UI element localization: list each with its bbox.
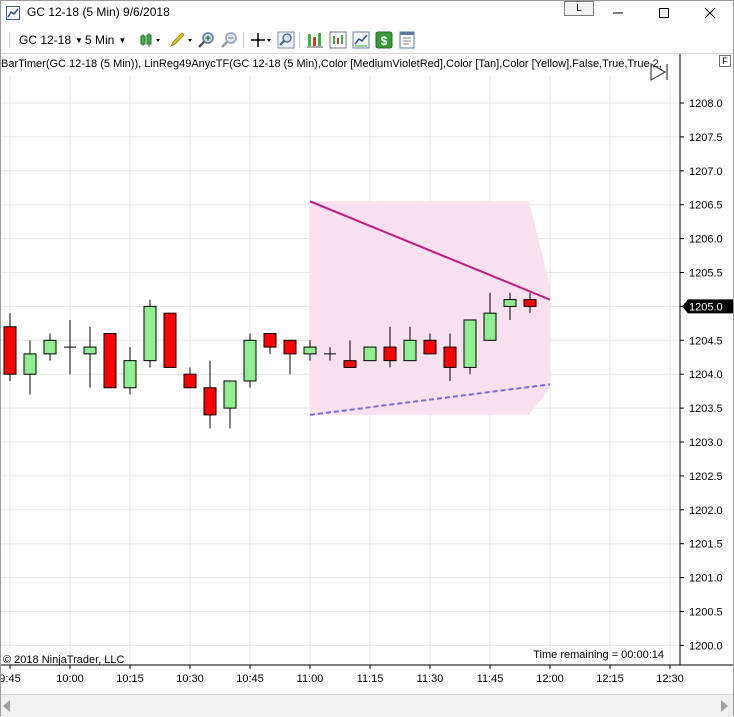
drawing-tool-icon[interactable] (168, 31, 194, 49)
candle-body (443, 346, 457, 368)
y-tick-label: 1206.5 (689, 200, 723, 212)
dollar-icon[interactable]: $ (375, 31, 393, 49)
crosshair-icon[interactable] (250, 31, 274, 49)
y-tick-label: 1203.0 (689, 437, 723, 449)
chart-window: GC 12-18 (5 Min) 9/6/2018 L GC 12-18 ▼ 5 … (0, 0, 734, 717)
candle-body (223, 380, 237, 409)
y-tick-label: 1200.0 (689, 640, 723, 652)
y-tick-label: 1204.5 (689, 335, 723, 347)
minimize-icon (613, 12, 623, 14)
candle-body (523, 299, 537, 307)
chart-toolbar: GC 12-18 ▼ 5 Min ▼ $ (1, 27, 733, 54)
horizontal-scrollbar[interactable] (1, 694, 733, 717)
candle-body (243, 339, 257, 382)
candle-body (463, 319, 477, 368)
price-chart[interactable]: 1208.0 1207.5 1207.0 1206.5 1206.0 1205.5 1205… (1, 54, 733, 694)
y-tick-label: 1202.5 (689, 471, 723, 483)
candle-body (423, 339, 437, 355)
scroll-right-icon[interactable] (721, 700, 728, 712)
scroll-left-icon[interactable] (3, 700, 10, 712)
x-tick-label: 9:45 (1, 673, 21, 685)
candle-body (203, 387, 217, 416)
candle-body (363, 346, 377, 362)
candle-body (43, 339, 57, 355)
candle-body (3, 326, 17, 375)
play-forward-icon[interactable] (649, 62, 673, 82)
instrument-label: GC 12-18 (19, 33, 72, 47)
indicator-label: BarTimer(GC 12-18 (5 Min)), LinReg49Anyc… (1, 58, 662, 70)
channel-fill (310, 201, 550, 415)
copyright-text: © 2018 NinjaTrader, LLC (3, 654, 124, 666)
chevron-down-icon: ▼ (75, 36, 83, 45)
chart-trader-icon[interactable] (352, 31, 370, 49)
interval-label: 5 Min (85, 33, 115, 47)
toolbar-separator (299, 32, 300, 48)
candle-body (103, 333, 117, 389)
close-icon (704, 7, 716, 19)
y-tick-label: 1201.0 (689, 573, 723, 585)
candle-body (123, 360, 137, 389)
y-tick-label: 1207.0 (689, 166, 723, 178)
zoom-out-icon[interactable] (220, 31, 238, 49)
svg-text:$: $ (381, 34, 388, 48)
interval-selector[interactable]: 5 Min ▼ (85, 31, 126, 49)
toolbar-separator (9, 32, 10, 48)
instrument-selector[interactable]: GC 12-18 ▼ (19, 31, 83, 49)
candle-body (403, 339, 417, 362)
y-tick-label: 1206.0 (689, 234, 723, 246)
candle-body (303, 346, 317, 355)
x-tick-label: 11:45 (477, 673, 504, 685)
y-tick-label: 1202.0 (689, 505, 723, 517)
chevron-down-icon: ▼ (118, 36, 127, 45)
close-button[interactable] (687, 1, 733, 25)
x-tick-label: 12:30 (656, 673, 684, 685)
candle-body (383, 346, 397, 362)
x-tick-label: 12:15 (596, 673, 624, 685)
search-icon[interactable] (277, 31, 295, 49)
x-tick-label: 11:15 (357, 673, 384, 685)
candle-body (23, 353, 37, 375)
x-tick-label: 10:15 (116, 673, 144, 685)
candle-body (263, 333, 277, 348)
zoom-in-icon[interactable] (197, 31, 215, 49)
time-remaining-text: Time remaining = 00:00:14 (533, 649, 664, 661)
strategy-icon[interactable] (306, 31, 324, 49)
minimize-button[interactable] (595, 1, 641, 25)
properties-icon[interactable] (398, 31, 416, 49)
y-tick-label: 1208.0 (689, 98, 723, 110)
y-tick-label: 1205.5 (689, 268, 723, 280)
candle-body (83, 346, 97, 355)
f-button[interactable]: F (719, 55, 731, 67)
x-tick-label: 10:45 (236, 673, 264, 685)
candle-body (283, 339, 297, 355)
link-button[interactable]: L (564, 1, 594, 16)
bar-style-icon[interactable] (139, 31, 163, 49)
toolbar-separator (243, 32, 244, 48)
regression-channel (310, 201, 550, 415)
y-tick-label: 1203.5 (689, 403, 723, 415)
y-tick-label: 1207.5 (689, 132, 723, 144)
candle-body (503, 299, 517, 307)
maximize-icon (659, 8, 669, 18)
candle-body (183, 373, 197, 389)
x-tick-label: 10:30 (176, 673, 204, 685)
current-price-label: 1205.0 (689, 301, 723, 313)
x-tick-label: 10:00 (56, 673, 84, 685)
indicator-icon[interactable] (329, 31, 347, 49)
x-tick-label: 12:00 (536, 673, 564, 685)
candle-body (163, 312, 177, 368)
chart-app-icon (6, 6, 20, 20)
window-title: GC 12-18 (5 Min) 9/6/2018 (27, 5, 170, 19)
candle-body (343, 360, 357, 368)
title-bar[interactable]: GC 12-18 (5 Min) 9/6/2018 L (1, 1, 733, 27)
maximize-button[interactable] (641, 1, 687, 25)
candle-body (143, 305, 157, 362)
candle-body (483, 312, 497, 341)
x-tick-label: 11:30 (417, 673, 444, 685)
y-tick-label: 1204.0 (689, 369, 723, 381)
x-tick-label: 11:00 (297, 673, 324, 685)
y-tick-label: 1200.5 (689, 607, 723, 619)
y-tick-label: 1201.5 (689, 539, 723, 551)
